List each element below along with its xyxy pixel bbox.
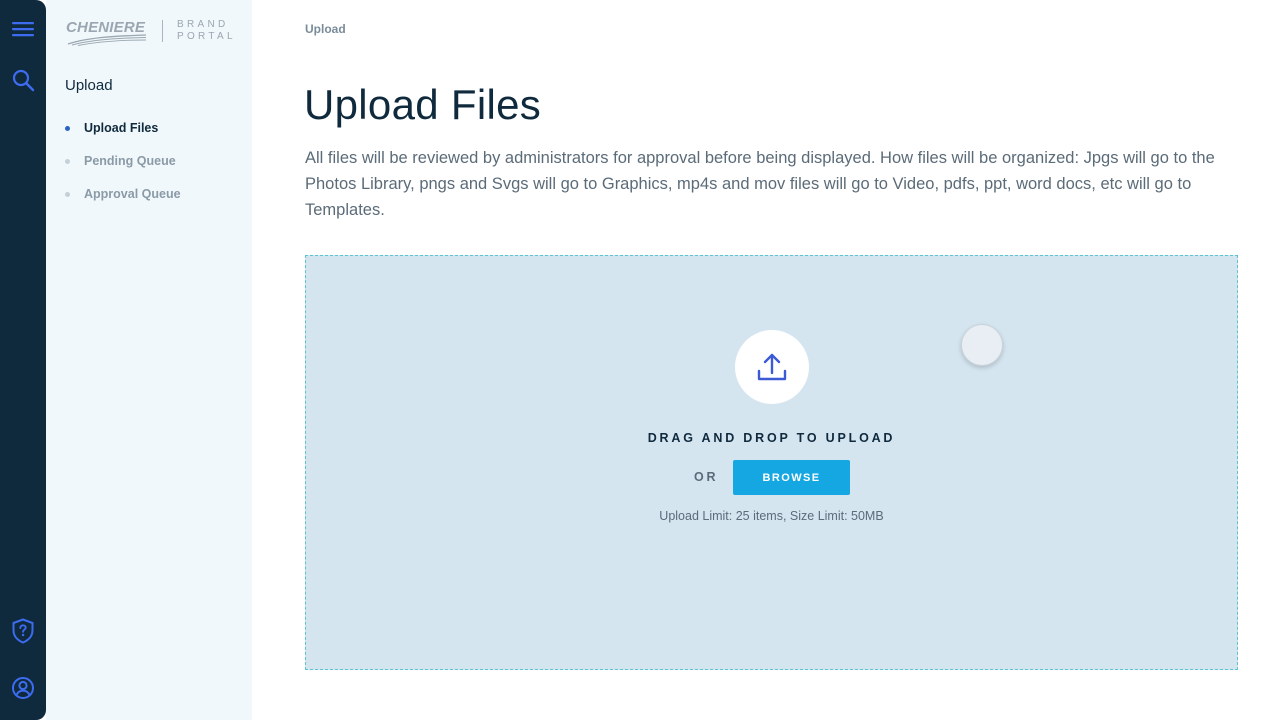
page-description: All files will be reviewed by administra… — [305, 149, 1215, 219]
bullet-icon — [65, 158, 70, 164]
logo-swoosh-icon — [67, 34, 147, 46]
breadcrumb[interactable]: Upload — [305, 22, 346, 36]
logo-brand-line2: PORTAL — [177, 31, 236, 42]
sidebar-section-title: Upload — [65, 77, 113, 94]
drag-drop-label: DRAG AND DROP TO UPLOAD — [647, 431, 896, 445]
icon-rail — [0, 0, 46, 720]
page-title: Upload Files — [304, 81, 542, 128]
help-shield-icon[interactable] — [9, 617, 37, 645]
menu-icon[interactable] — [9, 15, 37, 43]
upload-icon — [757, 353, 787, 381]
cursor-indicator — [961, 324, 1003, 366]
sidebar-item-label: Pending Queue — [84, 154, 176, 168]
upload-dropzone[interactable]: DRAG AND DROP TO UPLOAD OR BROWSE Upload… — [305, 255, 1238, 670]
sidebar-item-upload-files[interactable]: Upload Files — [65, 118, 158, 138]
logo-divider — [162, 20, 163, 42]
bullet-icon — [65, 191, 70, 197]
sidebar-item-pending-queue[interactable]: Pending Queue — [65, 151, 176, 171]
search-icon[interactable] — [9, 66, 37, 94]
browse-button[interactable]: BROWSE — [733, 460, 850, 495]
sidebar: CHENIERE BRAND PORTAL Upload Upload File… — [46, 0, 252, 720]
upload-limits-text: Upload Limit: 25 items, Size Limit: 50MB — [659, 509, 884, 523]
logo-brand-line1: BRAND — [177, 19, 229, 30]
or-label: OR — [694, 470, 719, 484]
sidebar-item-label: Approval Queue — [84, 187, 181, 201]
user-icon[interactable] — [9, 674, 37, 702]
sidebar-item-label: Upload Files — [84, 121, 159, 135]
brand-logo[interactable]: CHENIERE BRAND PORTAL — [66, 18, 246, 50]
upload-icon-circle[interactable] — [735, 330, 809, 404]
logo-brand-portal: BRAND PORTAL — [177, 19, 236, 43]
main-content: Upload Upload Files All files will be re… — [252, 0, 1280, 720]
active-bullet-icon — [65, 125, 70, 131]
sidebar-item-approval-queue[interactable]: Approval Queue — [65, 184, 181, 204]
